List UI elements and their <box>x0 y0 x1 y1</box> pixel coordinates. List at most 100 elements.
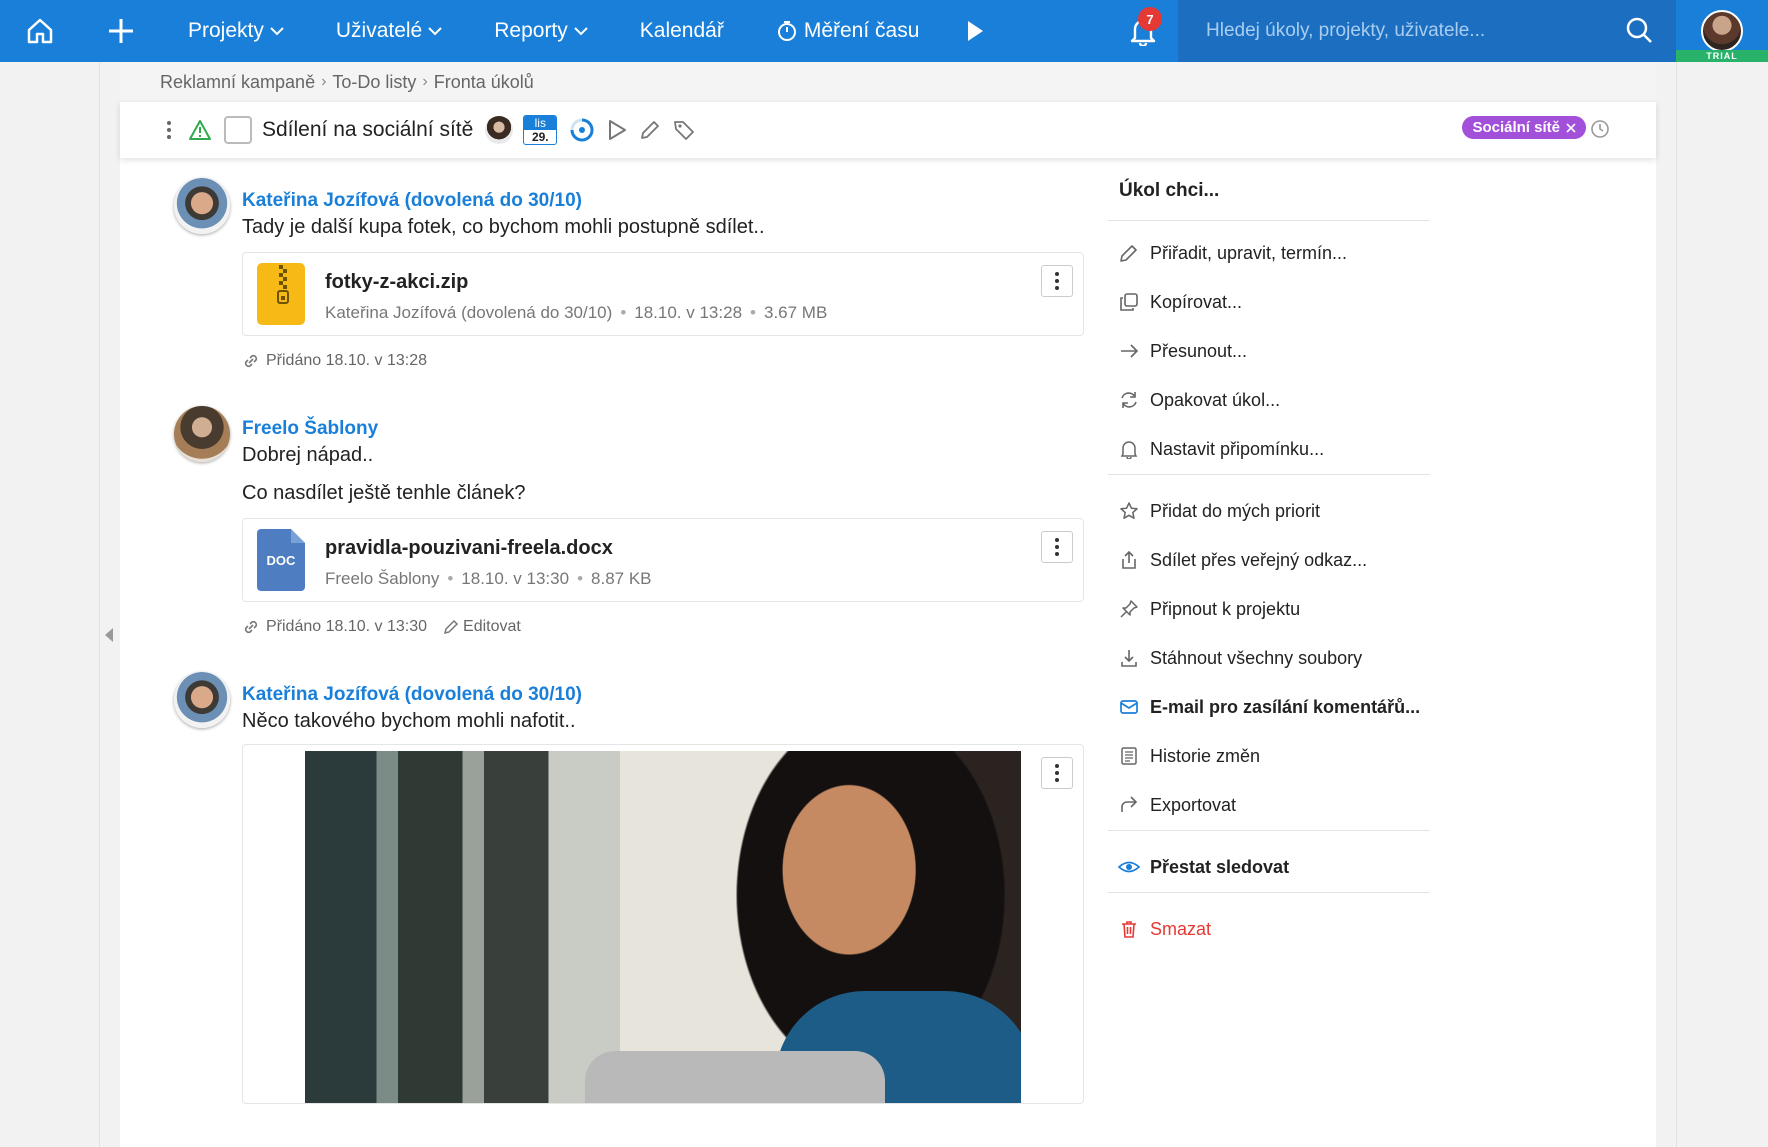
chevron-down-icon <box>270 27 284 36</box>
nav-kalendar[interactable]: Kalendář <box>614 0 750 62</box>
action-download-all[interactable]: Stáhnout všechny soubory <box>1118 643 1362 673</box>
action-label: E-mail pro zasílání komentářů... <box>1150 696 1421 717</box>
warning-icon[interactable] <box>188 119 212 141</box>
attachment-card[interactable]: DOC pravidla-pouzivani-freela.docx Freel… <box>242 518 1084 602</box>
comment-text: Co nasdílet ještě tenhle článek? <box>242 482 526 504</box>
avatar[interactable] <box>174 406 230 462</box>
add-button[interactable] <box>80 0 162 62</box>
right-margin <box>1676 62 1768 1147</box>
due-date-month: lis <box>524 116 557 130</box>
breadcrumb: Reklamní kampaně › To-Do listy › Fronta … <box>120 62 1656 102</box>
zip-file-icon <box>257 263 305 330</box>
assignee-avatar[interactable] <box>485 116 514 144</box>
action-copy[interactable]: Kopírovat... <box>1118 287 1242 317</box>
arrow-right-icon <box>1121 344 1139 358</box>
action-repeat[interactable]: Opakovat úkol... <box>1118 385 1280 415</box>
left-sidebar-collapsed <box>0 62 100 1147</box>
file-menu-button[interactable] <box>1041 531 1073 563</box>
home-button[interactable] <box>0 0 80 62</box>
action-unfollow[interactable]: Přestat sledovat <box>1118 852 1289 882</box>
repeat-icon <box>1121 392 1137 408</box>
file-author: Kateřina Jozífová (dovolená do 30/10) <box>325 303 613 322</box>
action-add-priority[interactable]: Přidat do mých priorit <box>1118 496 1320 526</box>
nav-uzivatele[interactable]: Uživatelé <box>310 0 468 62</box>
avatar[interactable] <box>174 672 230 728</box>
breadcrumb-list[interactable]: Fronta úkolů <box>434 72 534 93</box>
due-date-day: 29. <box>531 130 549 144</box>
home-icon <box>27 18 53 44</box>
labels-button[interactable] <box>673 119 695 141</box>
divider <box>1108 220 1430 221</box>
label-badge[interactable]: Sociální sítě <box>1462 116 1586 139</box>
comment-text: Tady je další kupa fotek, co bychom mohl… <box>242 216 765 238</box>
start-timer-button[interactable] <box>607 119 627 141</box>
file-meta: Kateřina Jozífová (dovolená do 30/10) • 18… <box>325 303 828 322</box>
action-label: Exportovat <box>1150 794 1237 815</box>
action-export[interactable]: Exportovat <box>1118 790 1236 820</box>
edit-comment-link[interactable]: Editovat <box>443 618 521 636</box>
breadcrumb-project[interactable]: Reklamní kampaně <box>160 72 315 93</box>
nav-mereni-casu[interactable]: Měření času <box>750 0 946 62</box>
image-attachment[interactable] <box>242 744 1084 1104</box>
expand-sidebar-icon[interactable] <box>103 627 115 643</box>
pencil-icon <box>641 121 660 139</box>
close-icon[interactable] <box>1566 122 1576 133</box>
progress-button[interactable] <box>569 117 595 143</box>
email-icon <box>1120 700 1138 714</box>
file-date: 18.10. v 13:30 <box>461 569 570 588</box>
nav-uzivatele-label: Uživatelé <box>335 19 423 42</box>
comment-author[interactable]: Freelo Šablony <box>242 418 378 440</box>
action-move[interactable]: Přesunout... <box>1118 336 1247 366</box>
link-icon[interactable] <box>242 618 260 636</box>
task-complete-checkbox[interactable] <box>224 116 252 144</box>
comment-footer: Přidáno 18.10. v 13:28 <box>242 352 427 370</box>
comment: Freelo Šablony Dobrej nápad.. Co nasdíle… <box>174 406 1094 635</box>
download-icon <box>1121 650 1137 667</box>
search-input[interactable] <box>1206 20 1626 42</box>
action-comment-email[interactable]: E-mail pro zasílání komentářů... <box>1118 692 1420 722</box>
comment-footer: Přidáno 18.10. v 13:30 Editovat <box>242 618 521 636</box>
file-menu-button[interactable] <box>1041 265 1073 297</box>
link-icon[interactable] <box>242 352 260 370</box>
clock-icon[interactable] <box>1590 119 1610 139</box>
action-delete[interactable]: Smazat <box>1118 914 1211 944</box>
avatar <box>1701 10 1743 52</box>
notifications-count-badge: 7 <box>1138 7 1162 31</box>
action-history[interactable]: Historie změn <box>1118 741 1260 771</box>
action-label: Kopírovat... <box>1150 291 1243 312</box>
file-name[interactable]: pravidla-pouzivani-freela.docx <box>325 537 613 560</box>
nav-kalendar-label: Kalendář <box>639 19 724 42</box>
image-menu-button[interactable] <box>1041 757 1073 789</box>
action-label: Historie změn <box>1150 745 1261 766</box>
breadcrumb-todo-lists[interactable]: To-Do listy <box>332 72 416 93</box>
nav-projekty[interactable]: Projekty <box>162 0 310 62</box>
nav-reporty[interactable]: Reporty <box>468 0 614 62</box>
label-badge-text: Sociální sítě <box>1472 119 1560 136</box>
due-date-badge[interactable]: lis 29. <box>523 115 558 145</box>
task-header: Sdílení na sociální sítě lis 29. Sociáln… <box>120 102 1656 158</box>
file-name[interactable]: fotky-z-akci.zip <box>325 271 468 294</box>
search-bar <box>1178 0 1676 62</box>
attached-photo[interactable] <box>305 751 1021 1103</box>
action-label: Přidat do mých priorit <box>1150 500 1321 521</box>
comment-author[interactable]: Kateřina Jozífová (dovolená do 30/10) <box>242 190 582 212</box>
task-menu-icon[interactable] <box>164 121 174 139</box>
play-outline-icon <box>609 120 627 140</box>
action-reminder[interactable]: Nastavit připomínku... <box>1118 434 1324 464</box>
action-share-link[interactable]: Sdílet přes veřejný odkaz... <box>1118 545 1367 575</box>
comment-author[interactable]: Kateřina Jozífová (dovolená do 30/10) <box>242 684 582 706</box>
user-menu[interactable]: TRIAL <box>1676 0 1768 62</box>
progress-circle-icon <box>570 118 594 142</box>
file-size: 8.87 KB <box>591 569 652 588</box>
search-icon[interactable] <box>1624 15 1654 45</box>
attachment-card[interactable]: fotky-z-akci.zip Kateřina Jozífová (dovo… <box>242 252 1084 336</box>
edit-label: Editovat <box>463 618 521 635</box>
timer-play-button[interactable] <box>945 0 1005 62</box>
task-title[interactable]: Sdílení na sociální sítě <box>262 118 473 142</box>
avatar[interactable] <box>174 178 230 234</box>
breadcrumb-separator: › <box>422 73 428 90</box>
edit-task-button[interactable] <box>639 119 661 141</box>
nav-reporty-label: Reporty <box>494 19 568 42</box>
action-assign-edit[interactable]: Přiřadit, upravit, termín... <box>1118 238 1347 268</box>
action-pin-project[interactable]: Připnout k projektu <box>1118 594 1300 624</box>
